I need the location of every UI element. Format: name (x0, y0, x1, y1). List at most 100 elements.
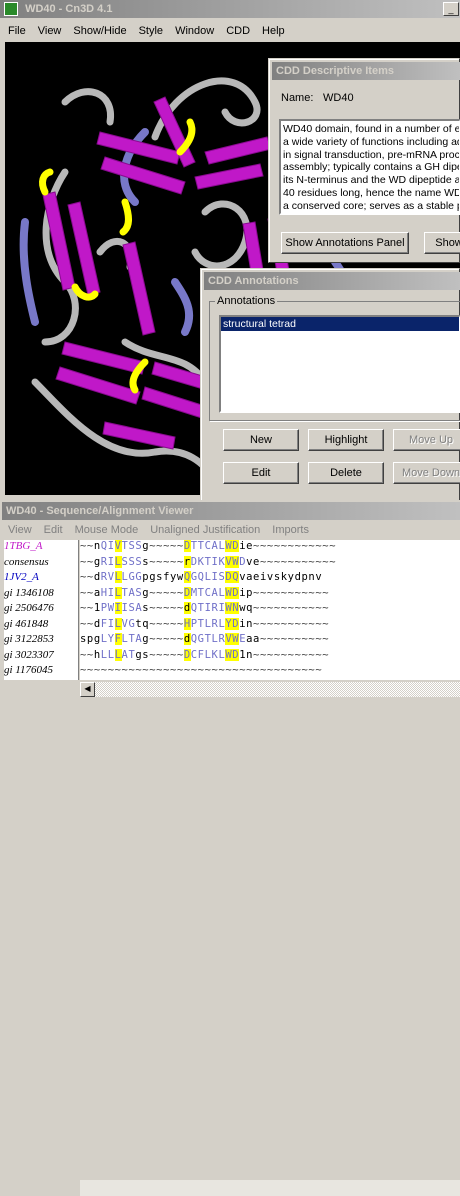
residue[interactable]: ~ (177, 618, 184, 630)
residue[interactable]: Q (183, 571, 191, 583)
residue[interactable]: a (246, 633, 253, 645)
menu-show-hide[interactable]: Show/Hide (73, 25, 126, 37)
residue[interactable]: L (108, 649, 115, 661)
residue[interactable]: ~ (87, 649, 94, 661)
residue[interactable]: ~ (115, 664, 122, 676)
residue[interactable]: y (170, 571, 177, 583)
residue[interactable]: H (101, 587, 108, 599)
residue[interactable]: e (253, 571, 260, 583)
residue[interactable]: ~ (163, 649, 170, 661)
residue[interactable]: ~ (253, 540, 260, 552)
residue[interactable]: ~ (329, 556, 336, 568)
sequence-row-label[interactable]: 1JV2_A (4, 571, 78, 587)
viewer-menu-edit[interactable]: Edit (44, 524, 63, 536)
residue[interactable]: ~ (281, 587, 288, 599)
sequence-row-label[interactable]: gi 1346108 (4, 587, 78, 603)
residue[interactable]: ~ (177, 633, 184, 645)
residue[interactable]: I (108, 556, 115, 568)
sequence-row-label[interactable]: gi 461848 (4, 618, 78, 634)
residue[interactable]: ~ (170, 540, 177, 552)
residue[interactable]: ~ (281, 618, 288, 630)
residue[interactable]: H (183, 617, 191, 630)
residue[interactable]: M (191, 587, 198, 599)
residue[interactable]: ~ (260, 618, 267, 630)
residue[interactable]: ~ (267, 649, 274, 661)
residue[interactable]: ~ (80, 618, 87, 630)
residue[interactable]: ~ (267, 633, 274, 645)
residue[interactable]: ~ (94, 664, 101, 676)
residue[interactable]: I (205, 602, 212, 614)
residue[interactable]: ~ (274, 556, 281, 568)
residue[interactable]: ~ (163, 540, 170, 552)
residue[interactable]: ~ (274, 587, 281, 599)
residue[interactable]: ~ (322, 649, 329, 661)
residue[interactable]: ~ (288, 649, 295, 661)
residue[interactable]: C (205, 587, 212, 599)
residue[interactable]: ~ (288, 633, 295, 645)
sequence-row-label[interactable]: gi 3122853 (4, 633, 78, 649)
residue[interactable]: ~ (170, 649, 177, 661)
viewer-menu-unaligned-justification[interactable]: Unaligned Justification (150, 524, 260, 536)
residue[interactable]: ~ (288, 540, 295, 552)
residue[interactable]: Q (101, 540, 108, 552)
residue[interactable]: ~ (87, 587, 94, 599)
residue[interactable]: K (198, 556, 205, 568)
residue[interactable]: T (205, 556, 212, 568)
minimize-icon[interactable]: _ (443, 2, 459, 16)
residue[interactable]: I (108, 540, 115, 552)
residue[interactable]: ~ (170, 602, 177, 614)
residue[interactable]: w (177, 571, 184, 583)
residue[interactable]: d (94, 618, 101, 630)
residue[interactable]: ~ (260, 649, 267, 661)
residue[interactable]: g (94, 556, 101, 568)
menu-cdd[interactable]: CDD (226, 25, 250, 37)
residue[interactable]: v (246, 556, 253, 568)
residue[interactable]: ~ (295, 633, 302, 645)
residue[interactable]: ~ (274, 664, 281, 676)
residue[interactable]: ~ (87, 602, 94, 614)
move-down-button[interactable]: Move Down (393, 462, 460, 484)
residue[interactable]: D (191, 556, 198, 568)
residue[interactable]: ~ (274, 649, 281, 661)
residue[interactable]: y (288, 571, 295, 583)
residue[interactable]: ~ (295, 587, 302, 599)
residue[interactable]: ~ (295, 664, 302, 676)
residue[interactable]: 1 (94, 602, 101, 614)
residue[interactable]: I (108, 618, 115, 630)
residue[interactable]: W (108, 602, 115, 614)
residue[interactable]: a (253, 633, 260, 645)
residue[interactable]: r (183, 555, 191, 568)
residue[interactable]: d (183, 633, 191, 645)
residue[interactable]: ~ (260, 540, 267, 552)
residue[interactable]: I (114, 602, 122, 614)
sequence-row[interactable]: ~~~~~~~~~~~~~~~~~~~~~~~~~~~~~~~~~~~ (80, 664, 460, 680)
residue[interactable]: L (114, 586, 122, 599)
residue[interactable]: L (114, 555, 122, 568)
residue[interactable]: G (198, 633, 205, 645)
residue[interactable]: L (101, 649, 108, 661)
residue[interactable]: T (198, 618, 205, 630)
residue[interactable]: p (246, 587, 253, 599)
sequence-row[interactable]: ~~hLLLATgs~~~~~DCFLKLWD1n~~~~~~~~~~~ (80, 648, 460, 665)
residue[interactable]: T (198, 602, 205, 614)
residue[interactable]: ~ (288, 602, 295, 614)
alignment-grid[interactable]: ~~nQIVTSSg~~~~~DTTCALWDie~~~~~~~~~~~~ ~~g… (80, 540, 460, 680)
show-annotations-panel-button[interactable]: Show Annotations Panel (281, 232, 409, 254)
residue[interactable]: ~ (87, 540, 94, 552)
residue[interactable]: s (80, 633, 87, 645)
residue[interactable]: T (205, 633, 212, 645)
residue[interactable]: ~ (87, 556, 94, 568)
residue[interactable]: ~ (163, 556, 170, 568)
residue[interactable]: Q (191, 602, 198, 614)
show-button[interactable]: Show (424, 232, 460, 254)
residue[interactable]: d (94, 571, 101, 583)
residue[interactable]: n (246, 649, 253, 661)
residue[interactable]: ~ (198, 664, 205, 676)
sequence-row[interactable]: ~~dFILVGtq~~~~~HPTLRLYDin~~~~~~~~~~~ (80, 617, 460, 634)
residue[interactable]: V (108, 571, 115, 583)
residue[interactable]: ~ (246, 664, 253, 676)
residue[interactable]: D (183, 540, 191, 552)
residue[interactable]: L (205, 649, 212, 661)
sequence-row-label[interactable]: gi 3023307 (4, 649, 78, 665)
residue[interactable]: L (114, 571, 122, 583)
